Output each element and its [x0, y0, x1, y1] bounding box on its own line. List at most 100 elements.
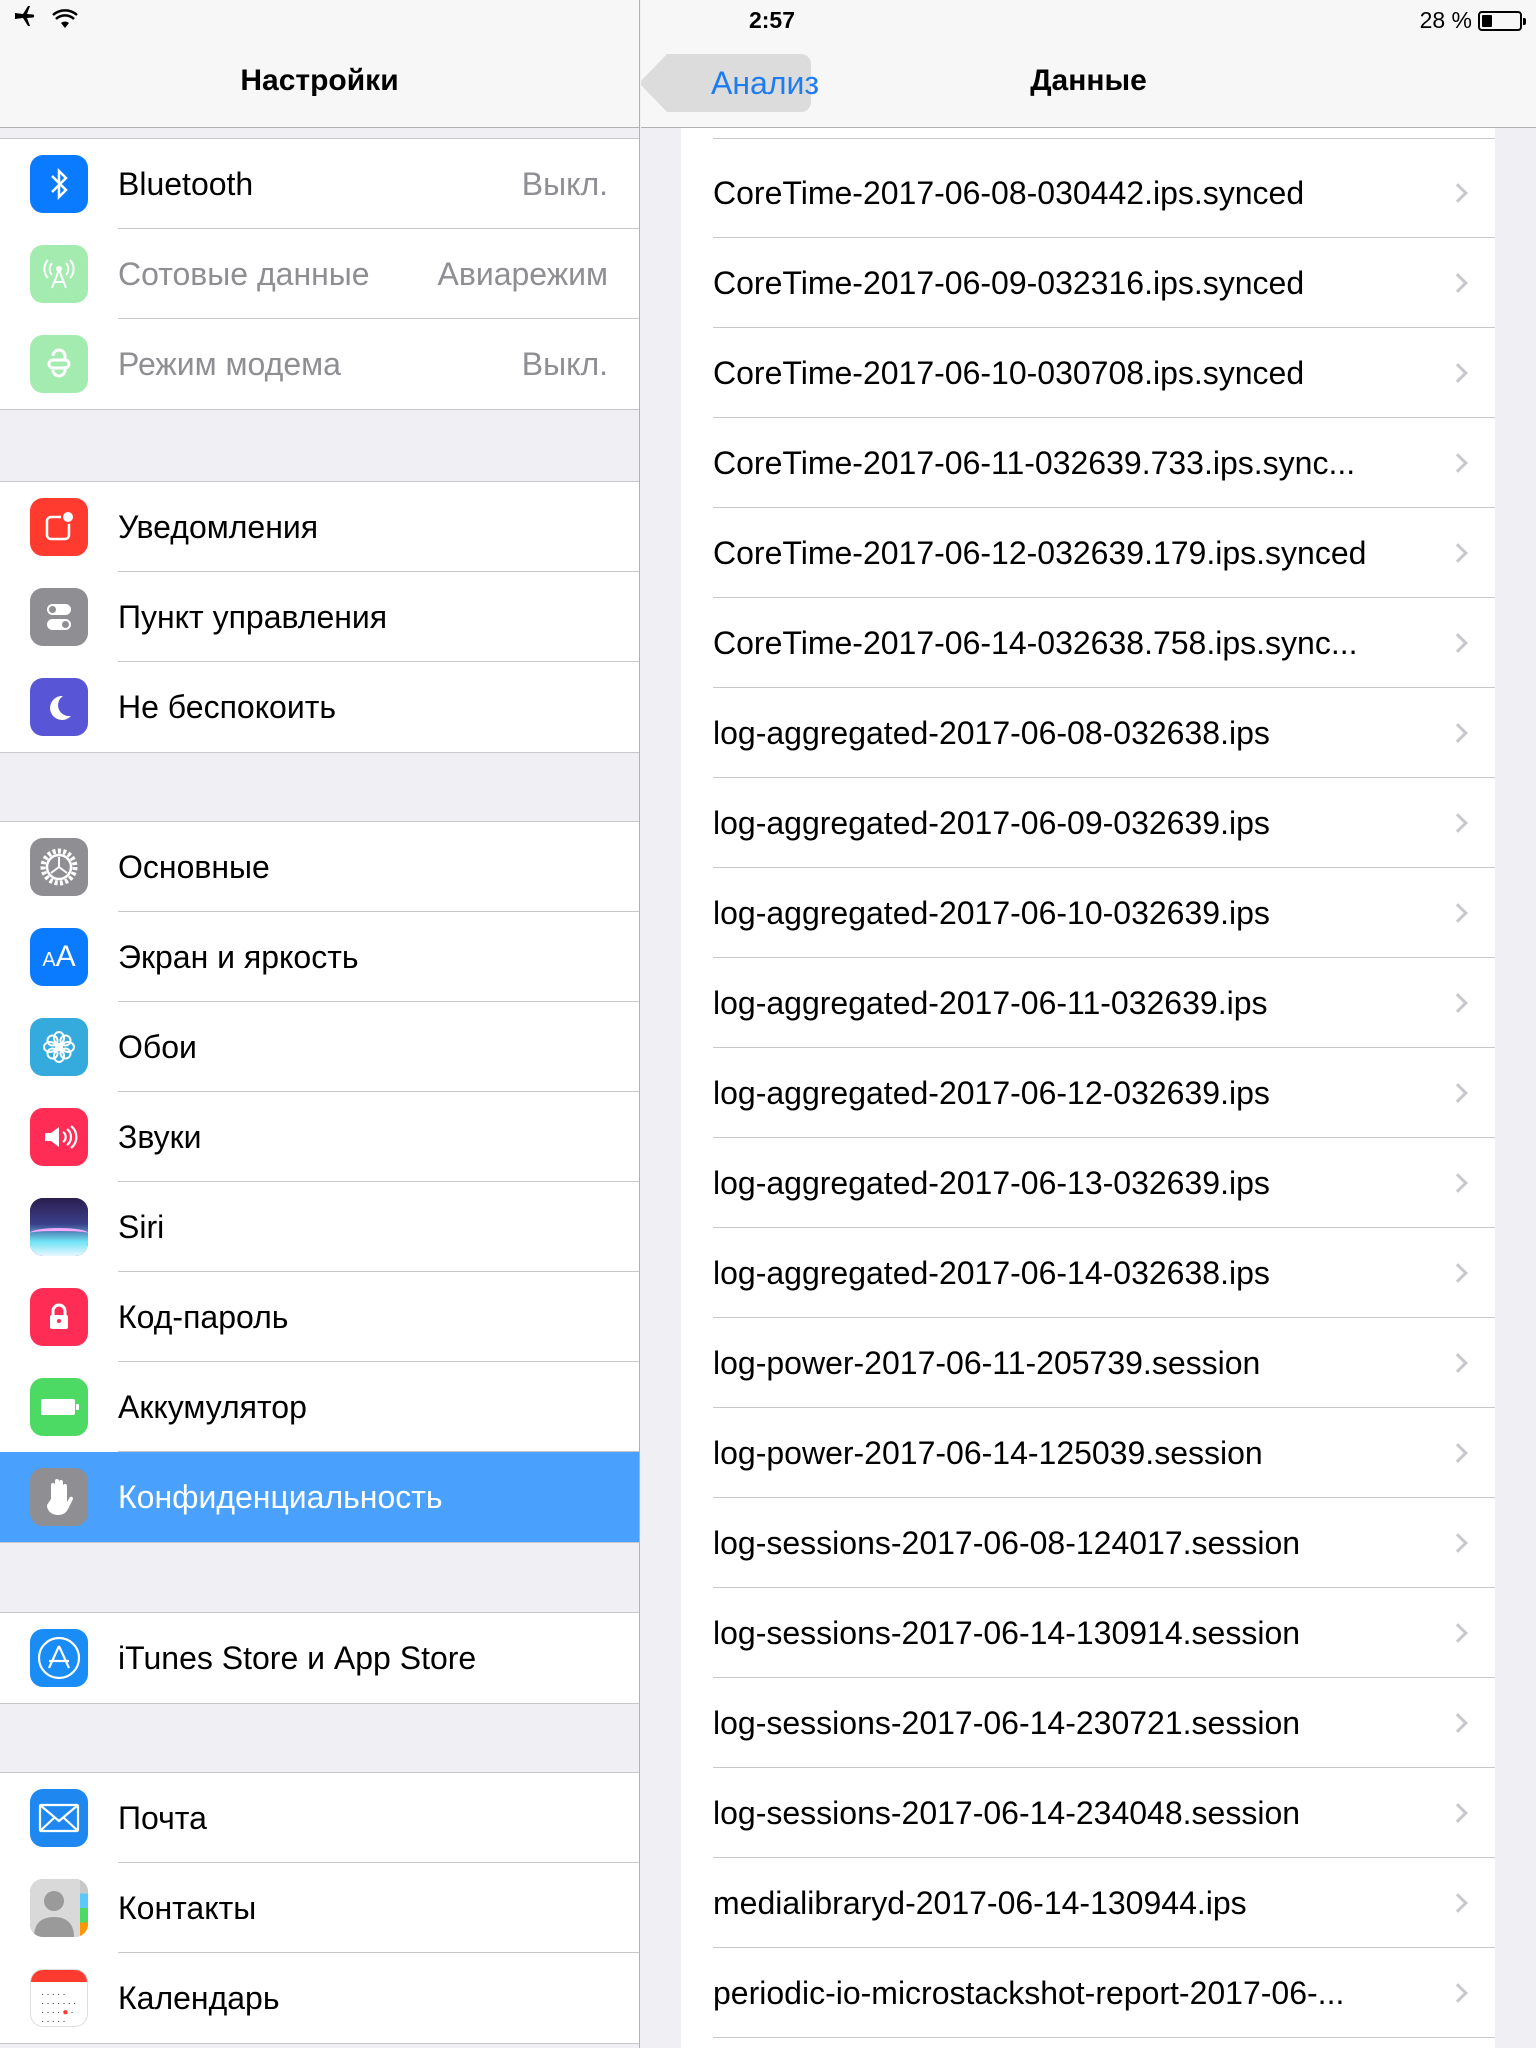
file-name: log-power-2017-06-11-205739.session	[713, 1344, 1261, 1381]
settings-group: Почта Контакты ····· ······· ····●· ····· Кале…	[0, 1772, 639, 2044]
file-list-item[interactable]: log-aggregated-2017-06-14-032638.ips	[681, 1228, 1495, 1318]
file-list-item[interactable]: log-aggregated-2017-06-12-032639.ips	[681, 1048, 1495, 1138]
chevron-right-icon	[1448, 1983, 1468, 2003]
file-list-item[interactable]: medialibraryd-2017-06-14-130944.ips	[681, 1858, 1495, 1948]
settings-item-wallpaper[interactable]: Обои	[0, 1002, 639, 1092]
calendar-icon: ····· ······· ····●· ·····	[30, 1969, 88, 2027]
settings-group: Уведомления Пункт управления Не беспокоить	[0, 481, 639, 753]
file-name: log-power-2017-06-14-125039.session	[713, 1434, 1263, 1471]
chevron-right-icon	[1448, 633, 1468, 653]
settings-item-label: Сотовые данные	[118, 255, 370, 292]
file-list-item[interactable]: log-aggregated-2017-06-10-032639.ips	[681, 868, 1495, 958]
settings-item-label: iTunes Store и App Store	[118, 1639, 477, 1676]
file-list-item[interactable]: CoreTime-2017-06-08-030442.ips.synced	[681, 148, 1495, 238]
battery-percent: 28 %	[1419, 7, 1472, 33]
settings-item-notifications[interactable]: Уведомления	[0, 482, 639, 572]
settings-item-moon[interactable]: Не беспокоить	[0, 662, 639, 752]
hand-icon	[30, 1468, 88, 1526]
file-list-item[interactable]: log-power-2017-06-14-125039.session	[681, 1408, 1495, 1498]
file-name: periodic-io-microstackshot-report-2017-0…	[713, 1974, 1345, 2011]
settings-item-label: Обои	[118, 1028, 197, 1065]
file-list-item[interactable]: periodic-io-microstackshot-report-2017-0…	[681, 1948, 1495, 2038]
status-bar: 2:57 28 %	[0, 0, 1536, 40]
chevron-right-icon	[1448, 1443, 1468, 1463]
chevron-right-icon	[1448, 723, 1468, 743]
settings-item-cellular[interactable]: Сотовые данные Авиарежим	[0, 229, 639, 319]
settings-item-label: Аккумулятор	[118, 1388, 307, 1425]
settings-item-siri[interactable]: Siri	[0, 1182, 639, 1272]
chevron-right-icon	[1448, 1083, 1468, 1103]
settings-item-label: Не беспокоить	[118, 688, 337, 725]
file-list-item[interactable]: log-sessions-2017-06-08-124017.session	[681, 1498, 1495, 1588]
settings-item-display-brightness[interactable]: AA Экран и яркость	[0, 912, 639, 1002]
settings-item-bluetooth[interactable]: Bluetooth Выкл.	[0, 139, 639, 229]
file-name: log-aggregated-2017-06-10-032639.ips	[713, 894, 1270, 931]
settings-item-label: Конфиденциальность	[118, 1478, 443, 1515]
file-list-item[interactable]: CoreTime-2017-06-10-030708.ips.synced	[681, 328, 1495, 418]
lock-icon	[30, 1288, 88, 1346]
settings-item-app-store[interactable]: iTunes Store и App Store	[0, 1613, 639, 1703]
battery-indicator-icon	[1478, 10, 1526, 31]
file-list-item[interactable]: CoreTime-2017-06-14-032638.758.ips.sync.…	[681, 598, 1495, 688]
hotspot-icon	[30, 335, 88, 393]
file-list-item[interactable]: log-aggregated-2017-06-08-032638.ips	[681, 688, 1495, 778]
file-list-item[interactable]: log-sessions-2017-06-14-234048.session	[681, 1768, 1495, 1858]
settings-item-mail[interactable]: Почта	[0, 1773, 639, 1863]
file-name: log-aggregated-2017-06-14-032638.ips	[713, 1254, 1270, 1291]
mail-icon	[30, 1789, 88, 1847]
file-list-item[interactable]: CoreTime-2017-06-09-032316.ips.synced	[681, 238, 1495, 328]
file-list-item[interactable]: CoreTime-2017-06-12-032639.179.ips.synce…	[681, 508, 1495, 598]
contacts-icon	[30, 1879, 88, 1937]
file-name: log-aggregated-2017-06-08-032638.ips	[713, 714, 1270, 751]
chevron-right-icon	[1448, 1173, 1468, 1193]
settings-item-gear[interactable]: Основные	[0, 822, 639, 912]
file-list-item[interactable]: log-sessions-2017-06-14-130914.session	[681, 1588, 1495, 1678]
settings-item-label: Bluetooth	[118, 165, 254, 202]
chevron-right-icon	[1448, 1623, 1468, 1643]
detail-title: Данные	[1030, 64, 1147, 97]
chevron-right-icon	[1448, 363, 1468, 383]
settings-item-battery[interactable]: Аккумулятор	[0, 1362, 639, 1452]
chevron-right-icon	[1448, 183, 1468, 203]
settings-item-label: Код-пароль	[118, 1298, 289, 1335]
chevron-right-icon	[1448, 1263, 1468, 1283]
battery-icon	[30, 1378, 88, 1436]
settings-group: Основные AA Экран и яркость Обои Звуки Siri Ко…	[0, 821, 639, 1543]
chevron-right-icon	[1448, 273, 1468, 293]
file-name: log-aggregated-2017-06-11-032639.ips	[713, 984, 1268, 1021]
settings-item-label: Календарь	[118, 1979, 280, 2016]
settings-item-sounds[interactable]: Звуки	[0, 1092, 639, 1182]
settings-item-label: Уведомления	[118, 508, 319, 545]
settings-master-pane: Настройки Bluetooth Выкл. Сотовые данные Ав…	[0, 0, 640, 2048]
file-name: CoreTime-2017-06-09-032316.ips.synced	[713, 264, 1305, 301]
file-list-item[interactable]: log-power-2017-06-11-205739.session	[681, 1318, 1495, 1408]
file-name: log-sessions-2017-06-14-234048.session	[713, 1794, 1301, 1831]
file-name: log-sessions-2017-06-14-130914.session	[713, 1614, 1301, 1651]
data-detail-pane: Анализ Данные CoreTime-2017-06-08-030442…	[641, 0, 1536, 2048]
file-list-item[interactable]: log-sessions-2017-06-14-230721.session	[681, 1678, 1495, 1768]
notifications-icon	[30, 498, 88, 556]
file-list-item[interactable]: CoreTime-2017-06-11-032639.733.ips.sync.…	[681, 418, 1495, 508]
settings-group: iTunes Store и App Store	[0, 1612, 639, 1704]
settings-item-control-center[interactable]: Пункт управления	[0, 572, 639, 662]
settings-item-lock[interactable]: Код-пароль	[0, 1272, 639, 1362]
chevron-right-icon	[1448, 453, 1468, 473]
settings-item-contacts[interactable]: Контакты	[0, 1863, 639, 1953]
bluetooth-icon	[30, 155, 88, 213]
file-name: CoreTime-2017-06-12-032639.179.ips.synce…	[713, 534, 1367, 571]
chevron-right-icon	[1448, 993, 1468, 1013]
settings-item-hotspot[interactable]: Режим модема Выкл.	[0, 319, 639, 409]
file-name: CoreTime-2017-06-10-030708.ips.synced	[713, 354, 1305, 391]
cellular-icon	[30, 245, 88, 303]
file-list: CoreTime-2017-06-08-030442.ips.synced Cor…	[681, 128, 1495, 2048]
display-brightness-icon: AA	[30, 928, 88, 986]
siri-icon	[30, 1198, 88, 1256]
settings-item-calendar[interactable]: ····· ······· ····●· ····· Календарь	[0, 1953, 639, 2043]
chevron-right-icon	[1448, 1893, 1468, 1913]
settings-item-hand[interactable]: Конфиденциальность	[0, 1452, 639, 1542]
file-list-item[interactable]: log-aggregated-2017-06-13-032639.ips	[681, 1138, 1495, 1228]
gear-icon	[30, 838, 88, 896]
chevron-right-icon	[1448, 543, 1468, 563]
file-list-item[interactable]: log-aggregated-2017-06-11-032639.ips	[681, 958, 1495, 1048]
file-list-item[interactable]: log-aggregated-2017-06-09-032639.ips	[681, 778, 1495, 868]
